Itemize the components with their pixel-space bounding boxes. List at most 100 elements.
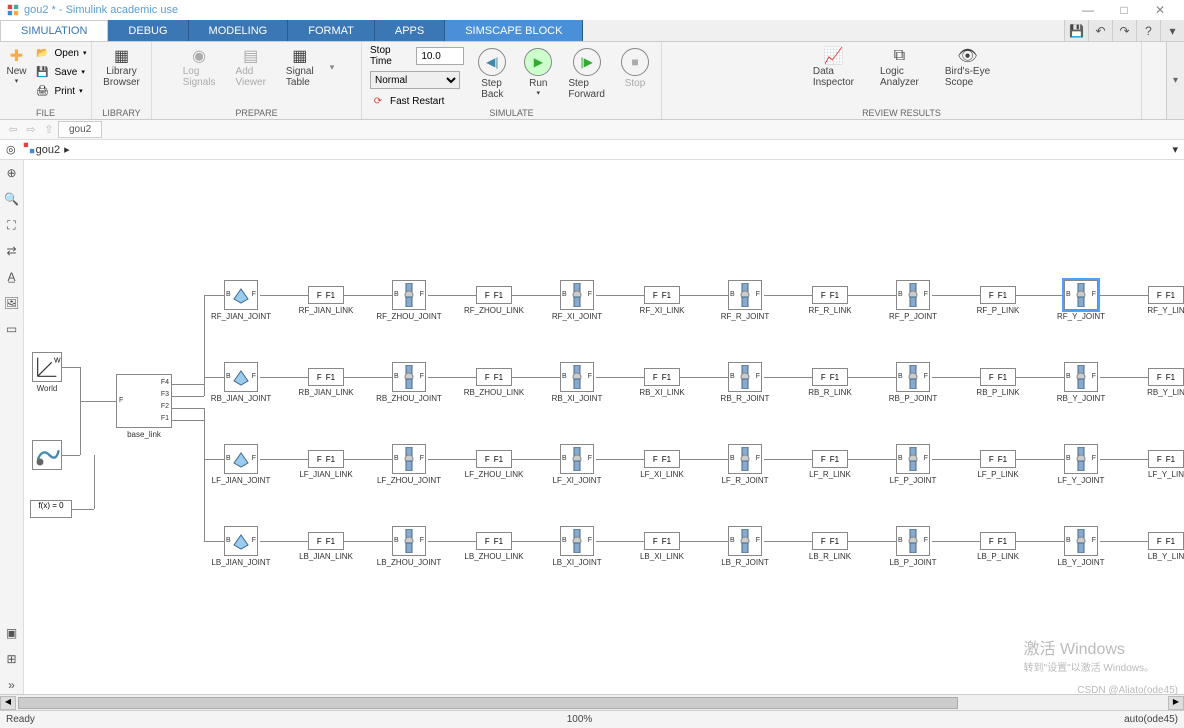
block-lf_jian_link[interactable]: FF1	[308, 450, 344, 468]
block-rf_p_joint[interactable]: BF	[896, 280, 930, 310]
arrows-icon[interactable]: ⇄	[3, 242, 21, 260]
tab-debug[interactable]: DEBUG	[108, 20, 188, 41]
block-lf_zhou_joint[interactable]: BF	[392, 444, 426, 474]
block-lb_r_link[interactable]: FF1	[812, 532, 848, 550]
block-rf_y_joint[interactable]: BF	[1064, 280, 1098, 310]
block-rb_zhou_link[interactable]: FF1	[476, 368, 512, 386]
world-block[interactable]: W	[32, 352, 62, 382]
block-rf_r_link[interactable]: FF1	[812, 286, 848, 304]
new-button[interactable]: ✚ New ▾	[3, 44, 31, 100]
library-browser-button[interactable]: ▦ Library Browser	[99, 44, 144, 90]
block-rf_jian_link[interactable]: FF1	[308, 286, 344, 304]
annotation-icon[interactable]: A̲	[3, 268, 21, 286]
birds-eye-button[interactable]: 👁Bird's-Eye Scope	[941, 44, 994, 90]
scroll-thumb[interactable]	[18, 697, 958, 709]
block-rb_r_link[interactable]: FF1	[812, 368, 848, 386]
block-rb_xi_joint[interactable]: BF	[560, 362, 594, 392]
block-rb_y_joint[interactable]: BF	[1064, 362, 1098, 392]
scope-icon[interactable]: ▣	[3, 624, 21, 642]
run-button[interactable]: ▶Run▾	[518, 44, 558, 99]
block-lb_r_joint[interactable]: BF	[728, 526, 762, 556]
block-lf_jian_joint[interactable]: BF	[224, 444, 258, 474]
block-rf_xi_link[interactable]: FF1	[644, 286, 680, 304]
block-lb_zhou_joint[interactable]: BF	[392, 526, 426, 556]
quick-save-icon[interactable]: 💾	[1064, 20, 1088, 41]
model-tab[interactable]: gou2	[58, 121, 102, 138]
block-rb_r_joint[interactable]: BF	[728, 362, 762, 392]
block-rf_p_link[interactable]: FF1	[980, 286, 1016, 304]
solver-block[interactable]: f(x) = 0	[30, 500, 72, 518]
step-back-button[interactable]: ◀|Step Back	[472, 44, 512, 102]
model-canvas[interactable]: WWorldf(x) = 0FF4F3F2F1base_linkBFRF_JIA…	[24, 160, 1184, 694]
save-button[interactable]: 💾Save▾	[33, 63, 89, 81]
scroll-left-button[interactable]: ◀	[0, 696, 16, 710]
nav-back-icon[interactable]: ⇦	[4, 123, 22, 136]
block-lf_xi_joint[interactable]: BF	[560, 444, 594, 474]
mech-config-block[interactable]	[32, 440, 62, 470]
nav-up-icon[interactable]: ⇧	[40, 123, 58, 136]
block-rf_zhou_link[interactable]: FF1	[476, 286, 512, 304]
block-lb_y_lin[interactable]: FF1	[1148, 532, 1184, 550]
block-lb_y_joint[interactable]: BF	[1064, 526, 1098, 556]
target-icon[interactable]: ⊕	[3, 164, 21, 182]
block-lb_p_link[interactable]: FF1	[980, 532, 1016, 550]
minimize-button[interactable]: —	[1070, 1, 1106, 19]
block-rf_jian_joint[interactable]: BF	[224, 280, 258, 310]
block-rb_xi_link[interactable]: FF1	[644, 368, 680, 386]
stop-button[interactable]: ■Stop	[615, 44, 655, 91]
block-rf_r_joint[interactable]: BF	[728, 280, 762, 310]
block-lb_zhou_link[interactable]: FF1	[476, 532, 512, 550]
ribbon-collapse-button[interactable]: ▾	[1166, 42, 1184, 119]
block-lf_p_joint[interactable]: BF	[896, 444, 930, 474]
logic-analyzer-button[interactable]: ⧉Logic Analyzer	[876, 44, 923, 90]
redo-icon[interactable]: ↷	[1112, 20, 1136, 41]
tab-simulation[interactable]: SIMULATION	[0, 20, 108, 41]
block-rf_xi_joint[interactable]: BF	[560, 280, 594, 310]
tab-simscape-block[interactable]: SIMSCAPE BLOCK	[445, 20, 583, 41]
data-inspector-button[interactable]: 📈Data Inspector	[809, 44, 858, 90]
block-lf_y_joint[interactable]: BF	[1064, 444, 1098, 474]
horizontal-scrollbar[interactable]: ◀ ▶	[0, 694, 1184, 710]
block-lf_r_link[interactable]: FF1	[812, 450, 848, 468]
help-icon[interactable]: ?	[1136, 20, 1160, 41]
hierarchy-icon[interactable]: ◎	[6, 143, 16, 156]
maximize-button[interactable]: □	[1106, 1, 1142, 19]
print-button[interactable]: 🖨Print▾	[33, 82, 89, 100]
stoptime-input[interactable]	[416, 47, 464, 65]
block-lf_p_link[interactable]: FF1	[980, 450, 1016, 468]
expand-icon[interactable]: »	[3, 676, 21, 694]
add-viewer-button[interactable]: ▤Add Viewer	[232, 44, 270, 90]
block-rb_jian_link[interactable]: FF1	[308, 368, 344, 386]
block-rb_zhou_joint[interactable]: BF	[392, 362, 426, 392]
image-icon[interactable]: 🖼	[3, 294, 21, 312]
signal-table-button[interactable]: ▦Signal Table	[282, 44, 318, 90]
block-rb_jian_joint[interactable]: BF	[224, 362, 258, 392]
block-rb_p_link[interactable]: FF1	[980, 368, 1016, 386]
block-lb_jian_link[interactable]: FF1	[308, 532, 344, 550]
box-icon[interactable]: ▭	[3, 320, 21, 338]
breadcrumb-dropdown-icon[interactable]: ▾	[1172, 143, 1178, 156]
block-rb_y_lin[interactable]: FF1	[1148, 368, 1184, 386]
base-link-block[interactable]: FF4F3F2F1	[116, 374, 172, 428]
zoom-icon[interactable]: 🔍	[3, 190, 21, 208]
scroll-right-button[interactable]: ▶	[1168, 696, 1184, 710]
open-button[interactable]: 📂Open▾	[33, 44, 89, 62]
block-lf_r_joint[interactable]: BF	[728, 444, 762, 474]
block-rf_zhou_joint[interactable]: BF	[392, 280, 426, 310]
nav-fwd-icon[interactable]: ⇨	[22, 123, 40, 136]
log-signals-button[interactable]: ◉Log Signals	[179, 44, 220, 90]
simulation-mode-select[interactable]: Normal	[370, 71, 460, 89]
block-lb_xi_joint[interactable]: BF	[560, 526, 594, 556]
block-lb_jian_joint[interactable]: BF	[224, 526, 258, 556]
block-lf_xi_link[interactable]: FF1	[644, 450, 680, 468]
block-lb_xi_link[interactable]: FF1	[644, 532, 680, 550]
step-forward-button[interactable]: |▶Step Forward	[564, 44, 609, 102]
block-lf_y_lin[interactable]: FF1	[1148, 450, 1184, 468]
block-lf_zhou_link[interactable]: FF1	[476, 450, 512, 468]
block-rf_y_lin[interactable]: FF1	[1148, 286, 1184, 304]
tab-modeling[interactable]: MODELING	[189, 20, 289, 41]
tab-format[interactable]: FORMAT	[288, 20, 375, 41]
ports-icon[interactable]: ⊞	[3, 650, 21, 668]
undo-icon[interactable]: ↶	[1088, 20, 1112, 41]
fit-icon[interactable]: ⛶	[3, 216, 21, 234]
